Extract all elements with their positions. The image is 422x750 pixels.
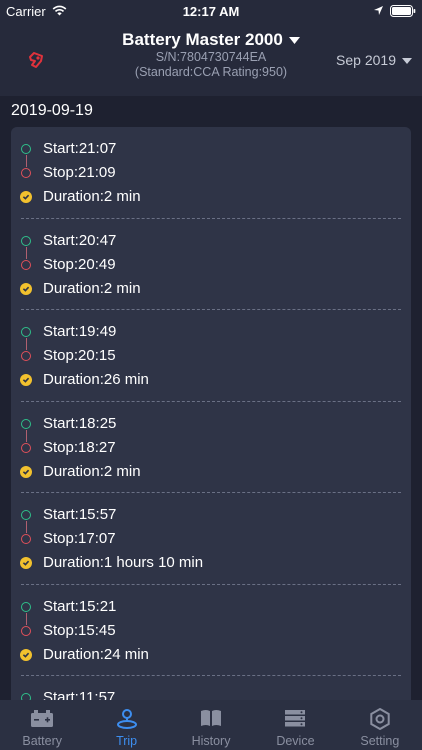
timeline-connector (25, 246, 28, 259)
tab-label: Device (276, 734, 315, 748)
tab-setting[interactable]: Setting (338, 700, 422, 750)
status-bar: Carrier 12:17 AM (0, 0, 422, 22)
start-marker-icon (21, 327, 31, 337)
trip-start: Start:15:21 (43, 597, 117, 615)
timeline-connector (25, 612, 28, 625)
trip-entry[interactable]: Start:15:57 Stop:17:07 Duration:1 hours … (11, 493, 411, 585)
status-time: 12:17 AM (182, 4, 240, 19)
trip-entry[interactable]: Start:20:47 Stop:20:49 Duration:2 min (11, 219, 411, 310)
trip-stop: Stop:20:15 (43, 347, 116, 364)
serial-number: S/N:7804730744EA (155, 50, 267, 64)
trip-stop: Stop:20:49 (43, 255, 116, 273)
timeline-connector (25, 429, 28, 442)
stop-marker-icon (21, 534, 31, 544)
trip-entry[interactable]: Start:18:25 Stop:18:27 Duration:2 min (11, 402, 411, 493)
start-marker-icon (21, 418, 31, 429)
trip-start: Start:15:57 (43, 506, 117, 523)
timeline-connector (25, 155, 28, 167)
clock-icon (20, 191, 32, 203)
clock-icon (20, 282, 32, 295)
stop-marker-icon (21, 442, 31, 453)
location-arrow-icon (374, 6, 383, 15)
trip-list-area[interactable]: 2019-09-19 Start:21:07 Stop:21:09 Durati… (0, 96, 422, 700)
clock-icon (20, 648, 32, 661)
date-heading: 2019-09-19 (11, 102, 93, 119)
trip-duration: Duration:2 min (43, 462, 141, 480)
start-marker-icon (21, 601, 31, 612)
device-title: Battery Master 2000 (122, 30, 283, 49)
trip-duration: Duration:2 min (43, 279, 141, 297)
clock-icon (20, 465, 32, 478)
tab-label: Setting (360, 734, 400, 748)
trip-entry[interactable]: Start:19:49 Stop:20:15 Duration:26 min (11, 310, 411, 402)
trip-entry[interactable]: Start:15:21 Stop:15:45 Duration:24 min (11, 585, 411, 676)
clock-icon (20, 374, 32, 386)
trip-stop: Stop:18:27 (43, 438, 116, 456)
trip-start: Start:19:49 (43, 323, 117, 340)
tab-bar: Battery Trip History Device Setting (0, 700, 422, 750)
device-selector[interactable]: Battery Master 2000 S/N:7804730744EA (St… (80, 30, 342, 80)
trip-entry[interactable]: Start:11:57 (11, 676, 411, 700)
caret-down-icon (288, 37, 300, 45)
trip-icon (116, 709, 137, 729)
trip-stop: Stop:15:45 (43, 621, 116, 639)
tab-label: Trip (116, 734, 138, 748)
battery-status-icon (390, 5, 416, 17)
trip-start: Start:18:25 (43, 414, 117, 432)
start-marker-icon (21, 144, 31, 154)
timeline-connector (25, 521, 28, 533)
trip-stop: Stop:21:09 (43, 164, 116, 181)
trip-start: Start:21:07 (43, 140, 117, 157)
tab-label: History (191, 734, 231, 748)
timeline-connector (25, 338, 28, 350)
stop-marker-icon (21, 625, 31, 636)
gear-icon (370, 708, 390, 730)
trip-entry[interactable]: Start:21:07 Stop:21:09 Duration:2 min (11, 127, 411, 219)
device-icon (285, 710, 306, 727)
trip-duration: Duration:1 hours 10 min (43, 554, 204, 571)
tab-trip[interactable]: Trip (84, 700, 168, 750)
trip-start: Start:11:57 (43, 689, 116, 700)
logo-icon (29, 52, 43, 68)
history-book-icon (201, 710, 222, 726)
start-marker-icon (21, 235, 31, 246)
stop-marker-icon (21, 259, 31, 270)
tab-history[interactable]: History (169, 700, 253, 750)
trip-duration: Duration:2 min (43, 188, 141, 205)
trip-start: Start:20:47 (43, 231, 117, 249)
start-marker-icon (21, 510, 31, 520)
tab-device[interactable]: Device (253, 700, 337, 750)
trip-duration: Duration:24 min (43, 645, 149, 663)
start-marker-icon (21, 693, 31, 700)
stop-marker-icon (21, 168, 31, 178)
trip-stop: Stop:17:07 (43, 530, 116, 547)
tab-battery[interactable]: Battery (0, 700, 84, 750)
month-selector[interactable]: Sep 2019 (336, 52, 412, 68)
month-label: Sep 2019 (336, 52, 396, 68)
trip-card: Start:21:07 Stop:21:09 Duration:2 min St… (11, 127, 411, 700)
tab-label: Battery (22, 734, 62, 748)
stop-marker-icon (21, 351, 31, 361)
battery-icon (31, 710, 54, 727)
trip-duration: Duration:26 min (43, 371, 149, 388)
clock-icon (20, 557, 32, 569)
caret-down-icon (402, 58, 412, 65)
app-header: Battery Master 2000 S/N:7804730744EA (St… (0, 22, 422, 96)
battery-spec: (Standard:CCA Rating:950) (134, 65, 288, 79)
